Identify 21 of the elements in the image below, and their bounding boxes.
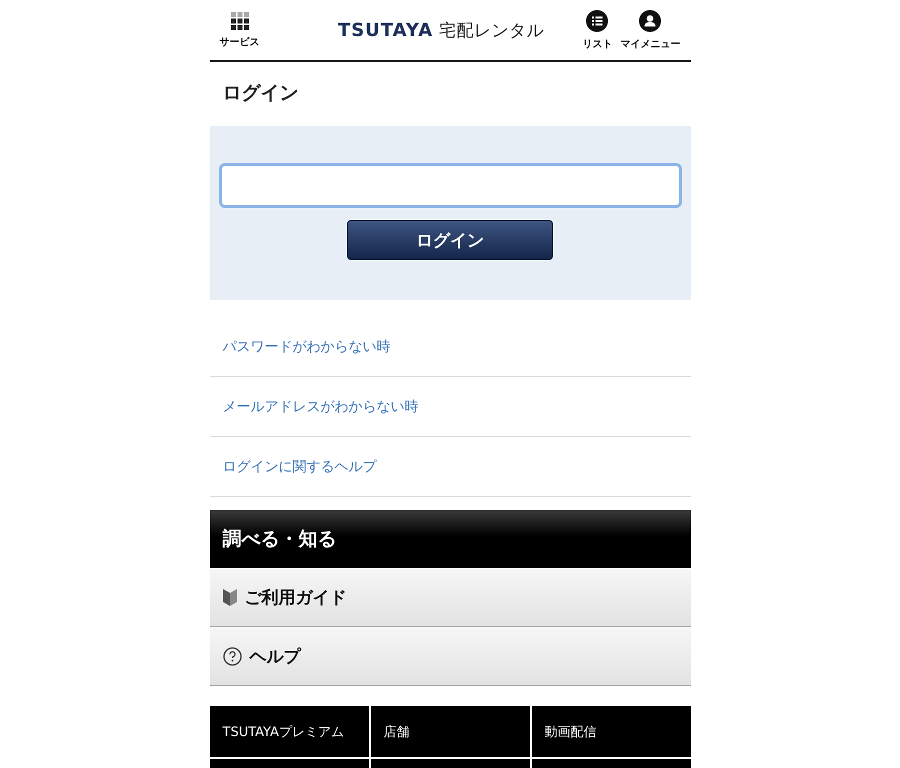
list-icon: [586, 10, 608, 32]
footer-link[interactable]: 店舗: [370, 706, 530, 757]
services-button[interactable]: サービス: [220, 12, 260, 48]
logo: TSUTAYA 宅配レンタル: [338, 18, 544, 42]
help-link[interactable]: メールアドレスがわからない時: [222, 398, 418, 416]
user-icon: [639, 10, 662, 32]
footer-link[interactable]: TSUTAYAプレミアム: [210, 706, 368, 757]
input-field[interactable]: [218, 163, 682, 208]
help-link[interactable]: パスワードがわからない時: [222, 338, 390, 356]
my-menu-button[interactable]: マイメニュー: [620, 10, 680, 50]
menu-item[interactable]: ヘルプ: [210, 627, 690, 686]
help-icon: [222, 646, 242, 666]
help-link[interactable]: ログインに関するヘルプ: [222, 458, 376, 476]
footer-link[interactable]: 動画配信: [532, 706, 690, 757]
page-title: ログイン: [222, 81, 300, 106]
list-button[interactable]: リスト: [582, 10, 612, 50]
menu-item[interactable]: ご利用ガイド: [210, 568, 690, 627]
section-header: 調べる・知る: [210, 510, 690, 568]
leaf-mark-icon: [222, 588, 236, 606]
grid-icon: [230, 12, 248, 30]
login-button[interactable]: ログイン: [347, 220, 553, 260]
